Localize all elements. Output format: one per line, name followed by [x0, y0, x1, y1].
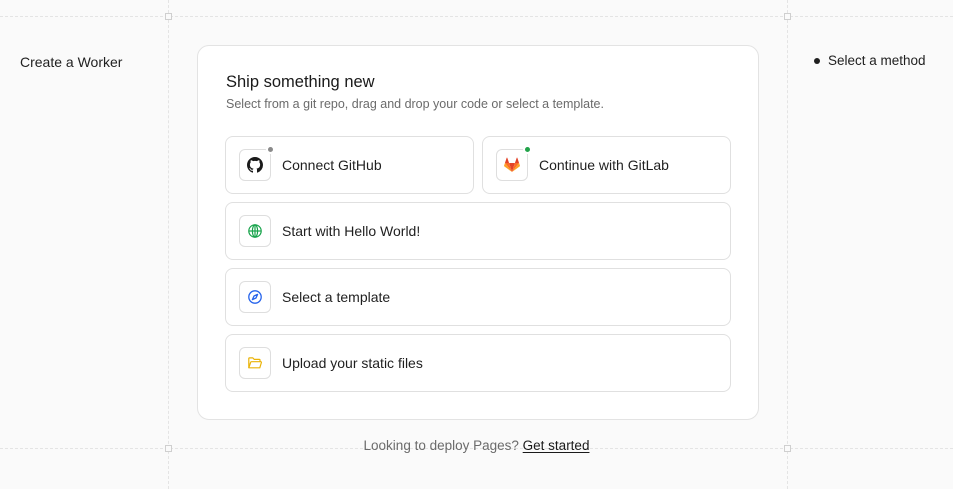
- gitlab-icon: [496, 145, 532, 181]
- pages-footer: Looking to deploy Pages? Get started: [0, 438, 953, 453]
- guide-line: [168, 0, 169, 489]
- guide-line: [787, 0, 788, 489]
- get-started-link[interactable]: Get started: [523, 438, 590, 453]
- folder-open-icon: [239, 347, 271, 379]
- guide-line: [0, 16, 953, 17]
- option-label: Connect GitHub: [282, 157, 382, 173]
- step-dot: [814, 57, 820, 64]
- step-indicator: Select a method: [814, 53, 926, 68]
- upload-static-files-button[interactable]: Upload your static files: [225, 334, 731, 392]
- hello-world-button[interactable]: Start with Hello World!: [225, 202, 731, 260]
- status-dot: [523, 145, 532, 154]
- option-label: Continue with GitLab: [539, 157, 669, 173]
- option-label: Upload your static files: [282, 355, 423, 371]
- card-title: Ship something new: [226, 73, 375, 91]
- ship-card: Ship something new Select from a git rep…: [197, 45, 759, 420]
- step-label: Select a method: [828, 53, 926, 68]
- continue-gitlab-button[interactable]: Continue with GitLab: [482, 136, 731, 194]
- guide-corner: [784, 13, 791, 20]
- select-template-button[interactable]: Select a template: [225, 268, 731, 326]
- connect-github-button[interactable]: Connect GitHub: [225, 136, 474, 194]
- compass-icon: [239, 281, 271, 313]
- globe-icon: [239, 215, 271, 247]
- footer-prompt: Looking to deploy Pages?: [363, 438, 519, 453]
- card-subtitle: Select from a git repo, drag and drop yo…: [226, 97, 604, 111]
- option-label: Start with Hello World!: [282, 223, 421, 239]
- page-title: Create a Worker: [20, 54, 123, 70]
- option-label: Select a template: [282, 289, 391, 305]
- page: Create a Worker Select a method Ship som…: [0, 0, 953, 489]
- guide-corner: [165, 13, 172, 20]
- status-dot: [266, 145, 275, 154]
- github-icon: [239, 145, 275, 181]
